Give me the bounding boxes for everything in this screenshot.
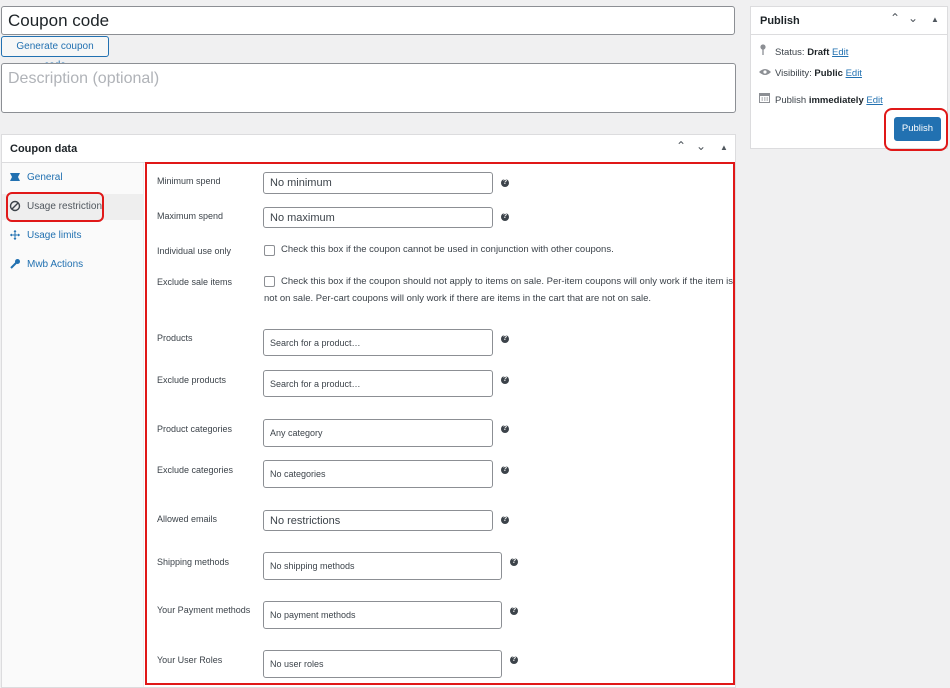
products-search-input[interactable]: Search for a product… <box>263 329 493 356</box>
coupon-data-title: Coupon data <box>10 143 78 155</box>
status-row: Status: Draft Edit <box>759 44 848 58</box>
description-textarea[interactable] <box>1 63 736 113</box>
individual-use-description: Check this box if the coupon cannot be u… <box>281 244 614 255</box>
edit-status-link[interactable]: Edit <box>832 47 848 58</box>
maximum-spend-label: Maximum spend <box>157 211 224 221</box>
coupon-tabs: General Usage restriction Usage limits M… <box>2 163 144 687</box>
exclude-sale-items-checkbox[interactable] <box>264 276 275 287</box>
publish-header: Publish ⌃ ⌄ ▲ <box>751 7 947 35</box>
publish-date-row: Publish immediately Edit <box>759 92 883 106</box>
calendar-icon <box>759 92 771 106</box>
user-roles-input[interactable]: No user roles <box>263 650 502 678</box>
tab-label: General <box>27 172 63 183</box>
edit-publish-date-link[interactable]: Edit <box>866 95 882 106</box>
generate-coupon-code-button[interactable]: Generate coupon code <box>1 36 109 71</box>
help-icon[interactable]: ? <box>501 466 509 474</box>
chevron-down-icon[interactable]: ⌄ <box>908 11 918 25</box>
tab-mwb-actions[interactable]: Mwb Actions <box>2 252 144 278</box>
visibility-row: Visibility: Public Edit <box>759 68 862 79</box>
shipping-methods-label: Shipping methods <box>157 557 230 567</box>
tab-general[interactable]: General <box>2 165 144 191</box>
minimum-spend-input[interactable]: No minimum <box>263 172 493 194</box>
ticket-icon <box>9 171 21 183</box>
product-categories-input[interactable]: Any category <box>263 419 493 447</box>
tab-usage-limits[interactable]: Usage limits <box>2 223 144 249</box>
exclude-sale-items-description-2: not on sale. Per-cart coupons will only … <box>264 293 652 304</box>
pin-icon <box>759 44 771 58</box>
exclude-products-search-input[interactable]: Search for a product… <box>263 370 493 397</box>
maximum-spend-input[interactable]: No maximum <box>263 207 493 228</box>
coupon-data-header: Coupon data ⌃ ⌄ ▲ <box>2 135 735 163</box>
chevron-up-icon[interactable]: ⌃ <box>890 11 900 25</box>
collapse-toggle-icon[interactable]: ▲ <box>931 15 939 24</box>
active-tab-highlight <box>6 192 104 222</box>
allowed-emails-label: Allowed emails <box>157 514 218 524</box>
individual-use-checkbox[interactable] <box>264 245 275 256</box>
payment-methods-label: Your Payment methods <box>157 605 251 615</box>
help-icon[interactable]: ? <box>510 607 518 615</box>
status-value: Draft <box>807 47 830 58</box>
help-icon[interactable]: ? <box>501 179 509 187</box>
chevron-down-icon[interactable]: ⌄ <box>696 139 706 153</box>
exclude-sale-items-description: Check this box if the coupon should not … <box>281 276 733 287</box>
visibility-label: Visibility: <box>775 68 812 79</box>
publish-label: Publish <box>775 95 807 106</box>
user-roles-label: Your User Roles <box>157 655 223 665</box>
tab-label: Usage limits <box>27 230 82 241</box>
shipping-methods-input[interactable]: No shipping methods <box>263 552 502 580</box>
visibility-value: Public <box>814 68 843 79</box>
chevron-up-icon[interactable]: ⌃ <box>676 139 686 153</box>
exclude-sale-items-label: Exclude sale items <box>157 277 233 287</box>
help-icon[interactable]: ? <box>510 558 518 566</box>
help-icon[interactable]: ? <box>510 656 518 664</box>
status-label: Status: <box>775 47 805 58</box>
publish-title: Publish <box>760 15 800 27</box>
products-label: Products <box>157 333 193 343</box>
product-categories-label: Product categories <box>157 424 233 434</box>
payment-methods-input[interactable]: No payment methods <box>263 601 502 629</box>
edit-visibility-link[interactable]: Edit <box>846 68 862 79</box>
move-icon <box>9 229 21 241</box>
help-icon[interactable]: ? <box>501 335 509 343</box>
tab-label: Mwb Actions <box>27 259 84 270</box>
publish-button-highlight <box>884 108 948 151</box>
exclude-products-label: Exclude products <box>157 375 227 385</box>
allowed-emails-input[interactable]: No restrictions <box>263 510 493 531</box>
help-icon[interactable]: ? <box>501 425 509 433</box>
individual-use-label: Individual use only <box>157 246 232 256</box>
help-icon[interactable]: ? <box>501 376 509 384</box>
help-icon[interactable]: ? <box>501 516 509 524</box>
publish-value: immediately <box>808 95 864 106</box>
minimum-spend-label: Minimum spend <box>157 176 221 186</box>
exclude-categories-input[interactable]: No categories <box>263 460 493 488</box>
help-icon[interactable]: ? <box>501 213 509 221</box>
eye-icon <box>759 68 771 79</box>
wrench-icon <box>9 258 21 270</box>
collapse-toggle-icon[interactable]: ▲ <box>720 143 728 152</box>
coupon-code-input[interactable] <box>1 6 735 35</box>
exclude-categories-label: Exclude categories <box>157 465 234 475</box>
